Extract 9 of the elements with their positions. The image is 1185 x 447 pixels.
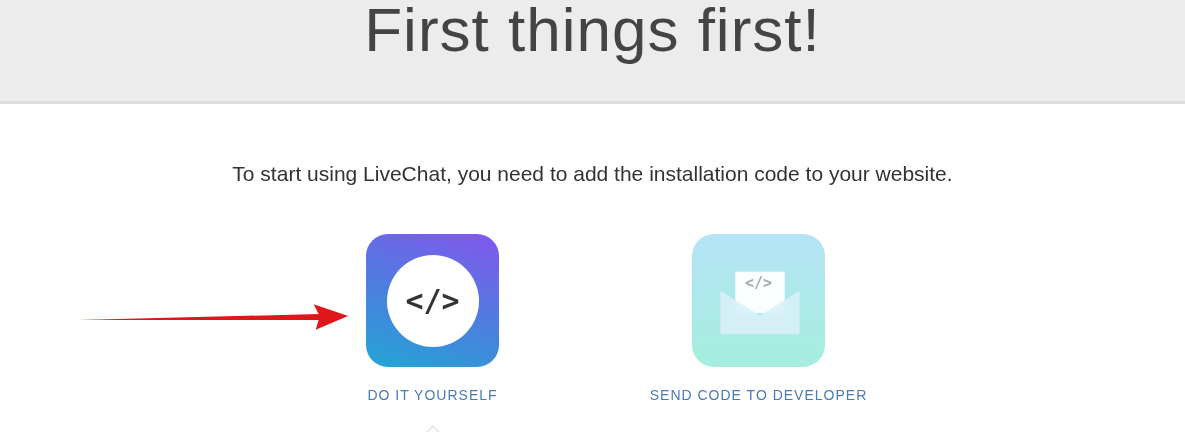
option-link[interactable]: SEND CODE TO DEVELOPER (649, 387, 868, 403)
code-icon: </> (386, 254, 479, 347)
intro-text: To start using LiveChat, you need to add the installation code to your website. (231, 162, 954, 186)
do-it-yourself-tile[interactable]: </> (366, 234, 499, 367)
send-code-tile[interactable]: </> (692, 234, 825, 367)
page-title: First things first! (364, 0, 821, 65)
code-glyph: </> (744, 274, 773, 292)
option-link[interactable]: DO IT YOURSELF (367, 387, 498, 403)
pointer-caret-icon (425, 425, 440, 433)
